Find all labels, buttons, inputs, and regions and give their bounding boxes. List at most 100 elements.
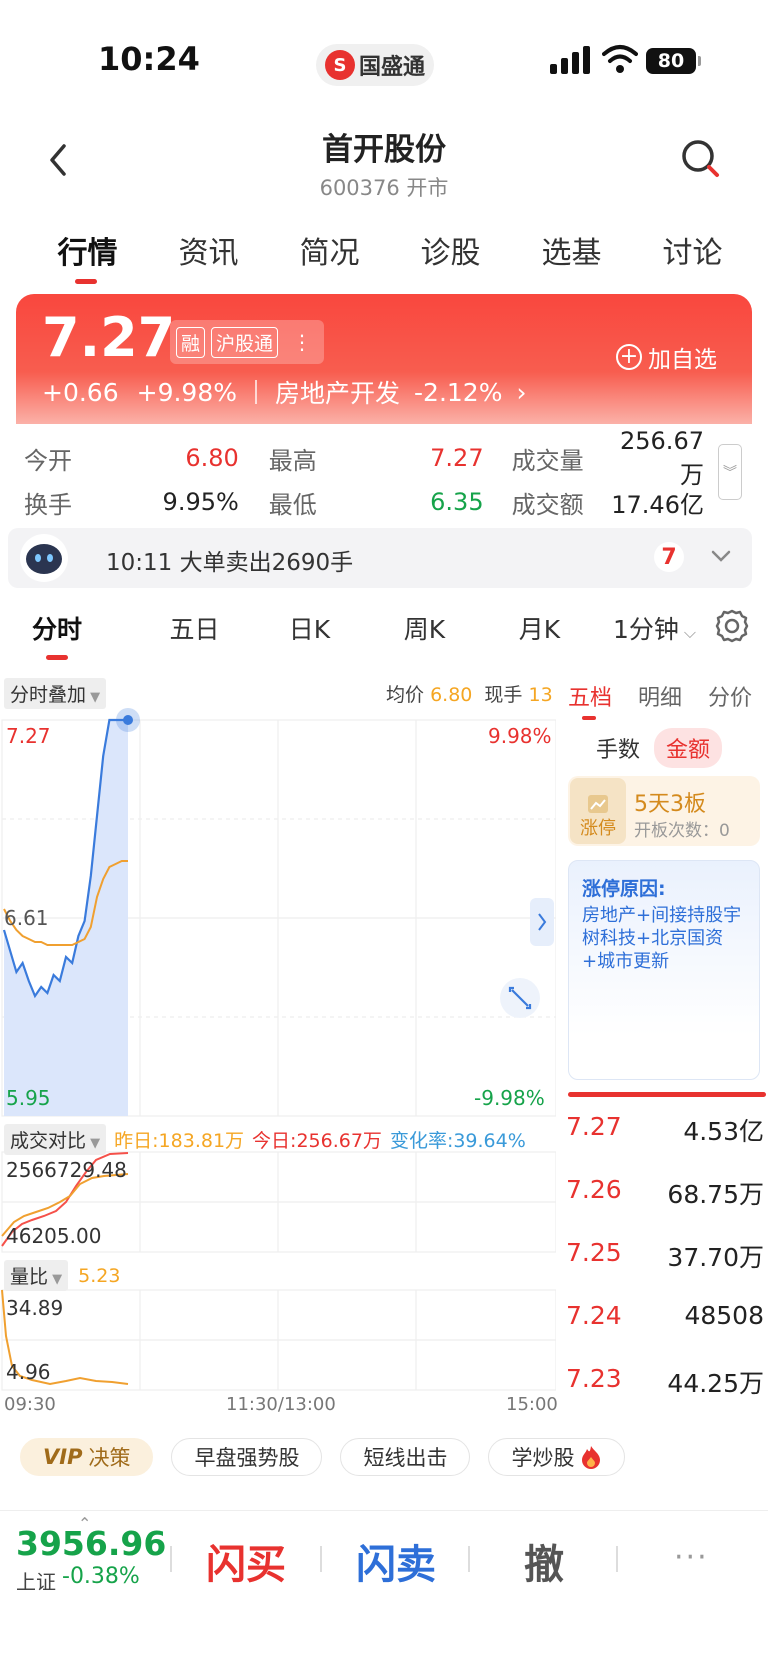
cur-hand-label: 现手 <box>484 684 523 706</box>
pct-top-label: 9.98% <box>488 724 552 748</box>
sector-link[interactable]: 房地产开发 -2.12% › <box>275 374 526 410</box>
book-row: 7.23 44.25万 <box>566 1364 764 1427</box>
y-mid-label: 6.61 <box>4 906 49 930</box>
sector-change: -2.12% <box>414 377 503 407</box>
low-label: 最低 <box>268 490 317 519</box>
bid-volume: 68.75万 <box>667 1180 764 1209</box>
divider <box>255 380 257 404</box>
wifi-icon <box>602 45 638 73</box>
chevron-down-icon[interactable] <box>710 548 732 564</box>
turnover-value: 9.95% <box>162 488 239 516</box>
open-value: 6.80 <box>185 444 239 472</box>
high-label: 最高 <box>268 446 317 475</box>
unit-toggle: 手数 金额 <box>596 728 723 768</box>
turnover-label: 换手 <box>24 490 72 519</box>
pct-bottom-label: -9.98% <box>474 1086 545 1110</box>
overlay-label: 分时叠加 <box>10 684 87 706</box>
volume-value: 256.67万 <box>620 426 704 489</box>
caret-down-icon: ▼ <box>86 1136 101 1151</box>
unit-amount[interactable]: 金额 <box>654 728 723 768</box>
search-icon[interactable] <box>680 138 722 180</box>
decision-label: 决策 <box>88 1446 131 1470</box>
gear-icon[interactable] <box>714 608 750 644</box>
volume-bottom-label: 46205.00 <box>6 1224 102 1248</box>
one-minute-label: 1分钟 <box>612 615 679 644</box>
app-logo-icon: S <box>324 50 355 80</box>
bid-price: 7.25 <box>566 1238 622 1267</box>
app-indicator[interactable]: S 国盛通 <box>316 44 434 86</box>
tab-five-levels[interactable]: 五档 <box>568 680 612 720</box>
amount-value: 17.46亿 <box>611 490 704 519</box>
double-chevron-down-icon: ︾ <box>723 465 737 481</box>
tab-quote[interactable]: 行情 <box>30 228 145 284</box>
index-name: 上证 <box>16 1570 56 1594</box>
index-change: -0.38% <box>62 1564 140 1589</box>
tab-profile[interactable]: 简况 <box>272 228 387 272</box>
index-value[interactable]: 3956.96 <box>16 1524 166 1563</box>
quick-buy-button[interactable]: 闪买 <box>206 1532 286 1590</box>
overlay-dropdown[interactable]: 分时叠加 ▼ <box>4 678 107 709</box>
avg-price-row: 均价 6.80 现手 13 <box>386 680 553 707</box>
fire-icon <box>582 1446 601 1469</box>
last-price-dot <box>123 715 133 725</box>
tab-diagnose[interactable]: 诊股 <box>393 228 508 272</box>
tab-daily-k[interactable]: 日K <box>252 610 367 646</box>
x-start-label: 09:30 <box>4 1394 56 1415</box>
main-tabs: 行情 资讯 简况 诊股 选基 讨论 <box>30 228 750 284</box>
early-strong-chip[interactable]: 早盘强势股 <box>171 1438 323 1476</box>
y-top-label: 7.27 <box>6 724 51 748</box>
orderbook-tabs: 五档 明细 分价 <box>568 680 752 720</box>
tab-funds[interactable]: 选基 <box>514 228 629 272</box>
price-change-pct: +9.98% <box>136 377 237 407</box>
bid-price: 7.24 <box>566 1301 622 1330</box>
ratio-label: 量比 <box>10 1266 49 1288</box>
quick-sell-button[interactable]: 闪卖 <box>356 1532 436 1590</box>
book-row: 7.25 37.70万 <box>566 1238 764 1301</box>
caret-down-icon: ▼ <box>48 1272 63 1287</box>
ratio-value: 5.23 <box>78 1264 121 1287</box>
more-icon[interactable]: ··· <box>674 1540 709 1575</box>
more-vertical-icon: ⋮ <box>292 330 313 354</box>
vip-decision-chip[interactable]: VIP 决策 <box>20 1438 154 1476</box>
tag-group[interactable]: 融 沪股通 ⋮ <box>170 320 324 364</box>
expand-stats-button[interactable]: ︾ <box>718 444 742 500</box>
limit-up-badge: 涨停 <box>570 778 626 844</box>
battery-icon: 80 <box>646 48 701 74</box>
tab-five-day[interactable]: 五日 <box>137 610 252 646</box>
fullscreen-icon <box>500 978 540 1018</box>
volume-change-rate: 变化率:39.64% <box>389 1130 526 1152</box>
add-watchlist-button[interactable]: + 加自选 <box>616 340 717 374</box>
bid-book: 7.27 4.53亿 7.26 68.75万 7.25 37.70万 7.24 4850… <box>566 1112 764 1427</box>
tab-discuss[interactable]: 讨论 <box>635 228 750 272</box>
volume-compare-dropdown[interactable]: 成交对比 ▼ <box>4 1124 107 1155</box>
divider <box>320 1546 322 1572</box>
low-value: 6.35 <box>430 488 484 516</box>
cancel-order-button[interactable]: 撤 <box>524 1532 564 1590</box>
x-end-label: 15:00 <box>506 1394 558 1415</box>
bid-volume: 4.53亿 <box>683 1117 764 1146</box>
tab-one-minute[interactable]: 1分钟 ⌵ <box>597 610 712 646</box>
bid-ask-divider <box>568 1092 766 1097</box>
ratio-header: 量比 ▼ 5.23 <box>4 1260 120 1291</box>
high-value: 7.27 <box>430 444 484 472</box>
tab-news[interactable]: 资讯 <box>151 228 266 272</box>
stock-title: 首开股份 <box>322 132 446 168</box>
chart-image-icon <box>588 795 608 813</box>
book-row: 7.24 48508 <box>566 1301 764 1364</box>
volume-top-label: 2566729.48 <box>6 1158 127 1182</box>
ratio-dropdown[interactable]: 量比 ▼ <box>4 1260 69 1291</box>
tab-intraday[interactable]: 分时 <box>22 610 137 660</box>
bid-price: 7.27 <box>566 1112 622 1141</box>
sector-name: 房地产开发 <box>275 379 401 408</box>
learn-label: 学炒股 <box>511 1446 575 1470</box>
short-term-chip[interactable]: 短线出击 <box>340 1438 471 1476</box>
tab-monthly-k[interactable]: 月K <box>482 610 597 646</box>
tab-price-dist[interactable]: 分价 <box>708 680 752 712</box>
unit-lots[interactable]: 手数 <box>596 732 640 764</box>
ratio-bottom-label: 4.96 <box>6 1360 51 1384</box>
tab-details[interactable]: 明细 <box>638 680 682 712</box>
tab-weekly-k[interactable]: 周K <box>367 610 482 646</box>
bid-price: 7.26 <box>566 1175 622 1204</box>
learn-chip[interactable]: 学炒股 <box>488 1438 626 1476</box>
news-text: 10:11 大单卖出2690手 <box>106 550 354 576</box>
